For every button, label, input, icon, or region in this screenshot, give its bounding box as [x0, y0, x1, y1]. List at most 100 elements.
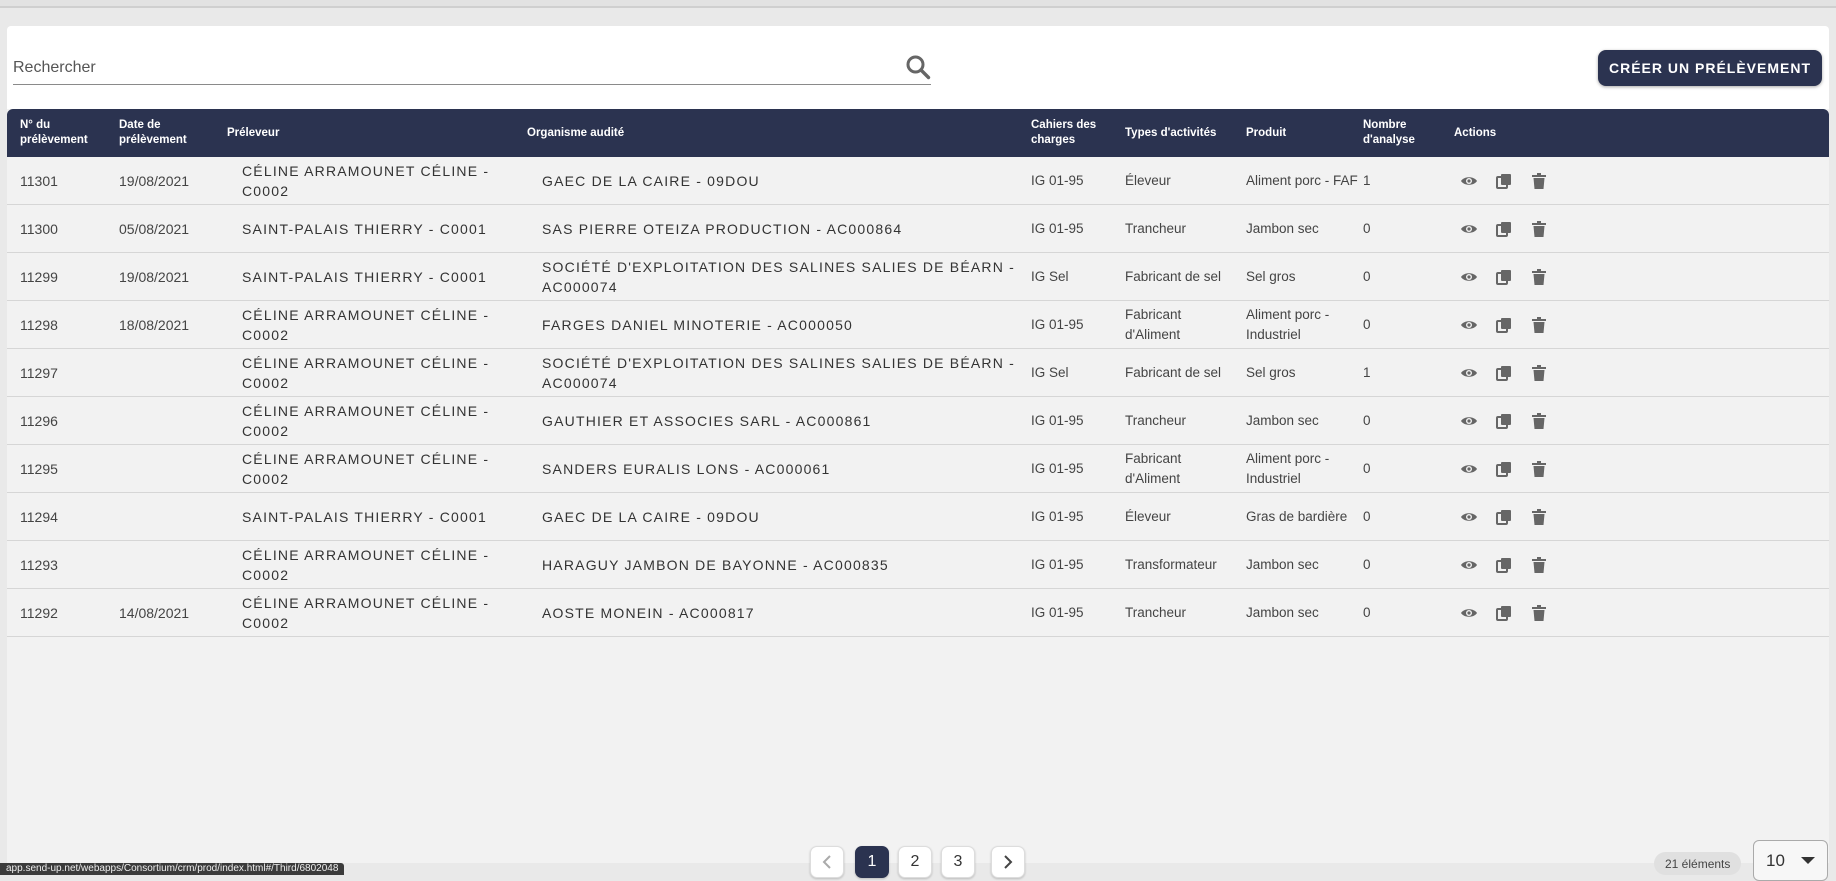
eye-icon	[1461, 273, 1477, 281]
copy-icon	[1496, 414, 1511, 429]
view-button[interactable]	[1459, 603, 1479, 623]
duplicate-button[interactable]	[1494, 219, 1514, 239]
column-header-actions: Actions	[1454, 126, 1497, 139]
cell-cahier: IG Sel	[1031, 269, 1069, 284]
cell-date: 14/08/2021	[119, 605, 190, 621]
copy-icon	[1496, 222, 1511, 237]
column-header-produit[interactable]: Produit	[1246, 109, 1346, 157]
row-actions	[1459, 589, 1549, 637]
search-input[interactable]	[13, 51, 893, 84]
cell-produit: Jambon sec	[1246, 605, 1319, 620]
duplicate-button[interactable]	[1494, 603, 1514, 623]
search-icon[interactable]	[905, 54, 931, 80]
eye-icon	[1461, 177, 1477, 185]
column-header-nb-analyse[interactable]: Nombre d'analyse	[1363, 109, 1433, 157]
cell-activite: Fabricant d'Aliment	[1125, 307, 1182, 342]
delete-button[interactable]	[1529, 603, 1549, 623]
duplicate-button[interactable]	[1494, 363, 1514, 383]
page-button-3[interactable]: 3	[941, 846, 975, 878]
cell-organisme: SANDERS EURALIS LONS - AC000061	[542, 461, 831, 477]
trash-icon	[1532, 413, 1546, 429]
cell-produit: Gras de bardière	[1246, 509, 1348, 524]
page-size-value: 10	[1766, 850, 1785, 870]
create-prelevement-button[interactable]: CRÉER UN PRÉLÈVEMENT	[1598, 50, 1822, 86]
cell-id: 11296	[20, 413, 58, 429]
view-button[interactable]	[1459, 267, 1479, 287]
table-row[interactable]: 11294 SAINT-PALAIS THIERRY - C0001 GAEC DE…	[7, 493, 1829, 541]
table-row[interactable]: 11297 CÉLINE ARRAMOUNET CÉLINE - C0002 SOC…	[7, 349, 1829, 397]
element-count-badge: 21 éléments	[1654, 852, 1742, 875]
table-row[interactable]: 11299 19/08/2021 SAINT-PALAIS THIERRY - C0…	[7, 253, 1829, 301]
duplicate-button[interactable]	[1494, 459, 1514, 479]
view-button[interactable]	[1459, 219, 1479, 239]
table-row[interactable]: 11296 CÉLINE ARRAMOUNET CÉLINE - C0002 GAU…	[7, 397, 1829, 445]
prev-page-button[interactable]	[810, 846, 844, 878]
cell-produit: Jambon sec	[1246, 557, 1319, 572]
column-header-activite[interactable]: Types d'activités	[1125, 109, 1235, 157]
cell-nb-analyse: 0	[1363, 413, 1371, 428]
view-button[interactable]	[1459, 171, 1479, 191]
eye-icon	[1461, 561, 1477, 569]
delete-button[interactable]	[1529, 171, 1549, 191]
row-actions	[1459, 157, 1549, 205]
copy-icon	[1496, 558, 1511, 573]
next-page-button[interactable]	[991, 846, 1025, 878]
cell-activite: Trancheur	[1125, 221, 1187, 236]
duplicate-button[interactable]	[1494, 267, 1514, 287]
cell-nb-analyse: 1	[1363, 173, 1371, 188]
cell-activite: Transformateur	[1125, 557, 1217, 572]
cell-organisme: GAEC DE LA CAIRE - 09DOU	[542, 509, 760, 525]
cell-preleveur: SAINT-PALAIS THIERRY - C0001	[242, 221, 487, 237]
eye-icon	[1461, 417, 1477, 425]
trash-icon	[1532, 365, 1546, 381]
delete-button[interactable]	[1529, 459, 1549, 479]
duplicate-button[interactable]	[1494, 507, 1514, 527]
view-button[interactable]	[1459, 507, 1479, 527]
column-header-organisme[interactable]: Organisme audité	[527, 109, 827, 157]
delete-button[interactable]	[1529, 363, 1549, 383]
cell-organisme: GAUTHIER ET ASSOCIES SARL - AC000861	[542, 413, 872, 429]
cell-activite: Fabricant d'Aliment	[1125, 451, 1182, 486]
cell-cahier: IG 01-95	[1031, 173, 1084, 188]
table-row[interactable]: 11292 14/08/2021 CÉLINE ARRAMOUNET CÉLINE …	[7, 589, 1829, 637]
delete-button[interactable]	[1529, 507, 1549, 527]
delete-button[interactable]	[1529, 555, 1549, 575]
table-row[interactable]: 11298 18/08/2021 CÉLINE ARRAMOUNET CÉLINE …	[7, 301, 1829, 349]
cell-date: 19/08/2021	[119, 173, 190, 189]
eye-icon	[1461, 225, 1477, 233]
cell-cahier: IG 01-95	[1031, 317, 1084, 332]
cell-organisme: AOSTE MONEIN - AC000817	[542, 605, 755, 621]
table-row[interactable]: 11301 19/08/2021 CÉLINE ARRAMOUNET CÉLINE …	[7, 157, 1829, 205]
cell-id: 11294	[20, 509, 58, 525]
view-button[interactable]	[1459, 315, 1479, 335]
cell-nb-analyse: 0	[1363, 317, 1371, 332]
view-button[interactable]	[1459, 459, 1479, 479]
row-actions	[1459, 253, 1549, 301]
delete-button[interactable]	[1529, 219, 1549, 239]
table-row[interactable]: 11300 05/08/2021 SAINT-PALAIS THIERRY - C0…	[7, 205, 1829, 253]
delete-button[interactable]	[1529, 267, 1549, 287]
table-row[interactable]: 11295 CÉLINE ARRAMOUNET CÉLINE - C0002 SAN…	[7, 445, 1829, 493]
cell-id: 11300	[20, 221, 58, 237]
view-button[interactable]	[1459, 555, 1479, 575]
view-button[interactable]	[1459, 411, 1479, 431]
column-header-date[interactable]: Date de prélèvement	[119, 109, 209, 157]
row-actions	[1459, 205, 1549, 253]
delete-button[interactable]	[1529, 315, 1549, 335]
column-header-id[interactable]: N° du prélèvement	[20, 109, 110, 157]
column-header-cahier[interactable]: Cahiers des charges	[1031, 109, 1111, 157]
duplicate-button[interactable]	[1494, 315, 1514, 335]
view-button[interactable]	[1459, 363, 1479, 383]
column-header-preleveur[interactable]: Préleveur	[227, 109, 427, 157]
duplicate-button[interactable]	[1494, 171, 1514, 191]
cell-cahier: IG 01-95	[1031, 605, 1084, 620]
cell-organisme: FARGES DANIEL MINOTERIE - AC000050	[542, 317, 854, 333]
table-row[interactable]: 11293 CÉLINE ARRAMOUNET CÉLINE - C0002 HAR…	[7, 541, 1829, 589]
page-button-1[interactable]: 1	[855, 846, 889, 878]
delete-button[interactable]	[1529, 411, 1549, 431]
cell-date: 19/08/2021	[119, 269, 190, 285]
duplicate-button[interactable]	[1494, 411, 1514, 431]
page-button-2[interactable]: 2	[898, 846, 932, 878]
duplicate-button[interactable]	[1494, 555, 1514, 575]
cell-date	[119, 397, 219, 445]
